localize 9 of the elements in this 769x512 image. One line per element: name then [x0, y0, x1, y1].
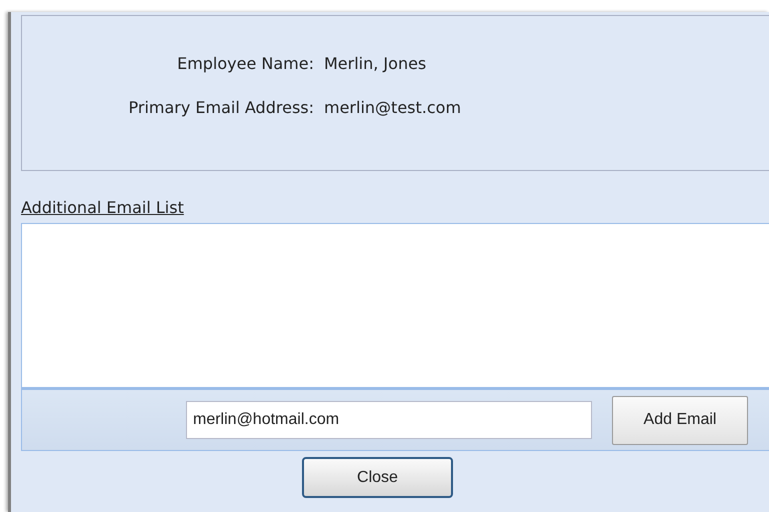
add-email-button[interactable]: Add Email: [612, 396, 748, 444]
field-label: Primary Email Address:: [128, 97, 314, 119]
field-value: Merlin, Jones: [324, 53, 426, 75]
email-input[interactable]: merlin@hotmail.com: [186, 401, 592, 439]
field-label: Employee Name:: [176, 53, 314, 75]
close-button[interactable]: Close: [302, 457, 453, 498]
list-title: Additional Email List: [21, 199, 184, 217]
field-value: merlin@test.com: [324, 97, 462, 119]
email-list[interactable]: [21, 223, 769, 388]
